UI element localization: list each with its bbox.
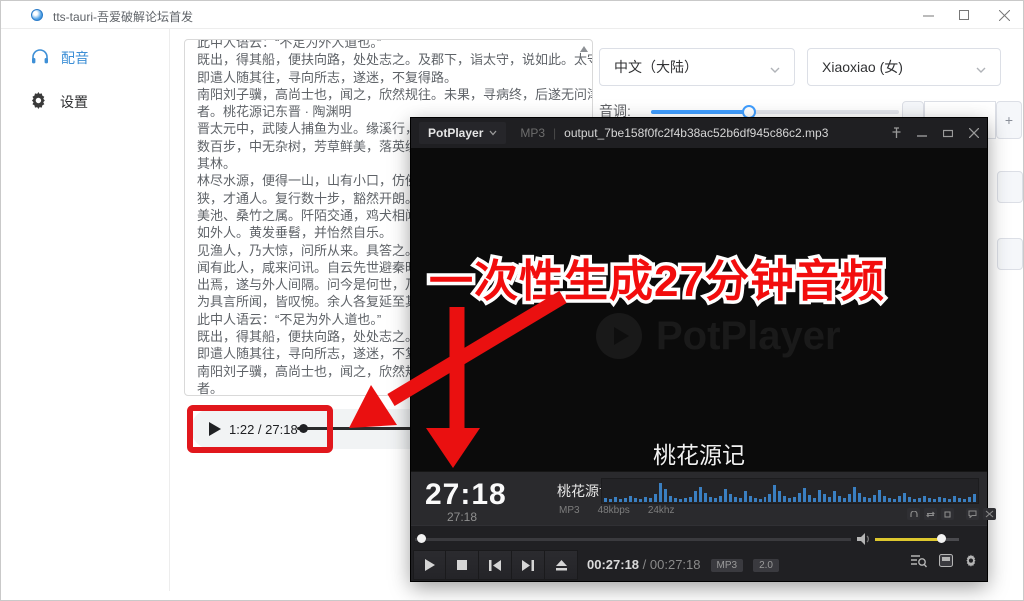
potplayer-info-bar: 27:18 27:18 桃花源记 MP3 48kbps 24khz — [411, 471, 987, 525]
seek-thumb[interactable] — [417, 534, 426, 543]
playlist-search-icon[interactable] — [911, 554, 927, 573]
close-button[interactable] — [987, 1, 1021, 29]
pitch-stepper-plus-button[interactable]: + — [996, 101, 1022, 139]
potplayer-watermark: PotPlayer — [596, 313, 841, 359]
maximize-button[interactable] — [947, 1, 981, 29]
play-button[interactable] — [413, 550, 446, 580]
potplayer-app-name: PotPlayer — [428, 126, 483, 140]
close-icon[interactable] — [961, 118, 987, 148]
maximize-icon[interactable] — [935, 118, 961, 148]
annotation-highlight-rect — [187, 405, 333, 453]
potplayer-titlebar: PotPlayer MP3 | output_7be158f0fc2f4b38a… — [411, 118, 987, 148]
annotation-text: 一次性生成27分钟音频 一次性生成27分钟音频 — [429, 245, 879, 301]
language-select-value: 中文（大陆） — [614, 57, 698, 77]
sidebar-item-label: 配音 — [61, 48, 89, 68]
volume-thumb[interactable] — [937, 534, 946, 543]
stop-mode-icon[interactable] — [941, 508, 954, 520]
eject-button[interactable] — [545, 550, 578, 580]
gear-icon — [31, 92, 48, 112]
spectrum-visualizer — [601, 478, 979, 504]
next-button[interactable] — [512, 550, 545, 580]
shuffle-icon[interactable] — [983, 508, 996, 520]
potplayer-window: PotPlayer MP3 | output_7be158f0fc2f4b38a… — [411, 118, 987, 581]
watermark-text: PotPlayer — [656, 314, 841, 359]
chevron-down-icon — [770, 62, 780, 72]
channel-badge: 2.0 — [753, 559, 779, 572]
codec-badge: MP3 — [711, 559, 744, 572]
meta-format: MP3 — [559, 505, 580, 516]
playback-time: 00:27:18 / 00:27:18 MP3 2.0 — [587, 557, 779, 572]
sidebar-item-label: 设置 — [60, 92, 88, 112]
minimize-icon[interactable] — [909, 118, 935, 148]
minimize-button[interactable] — [911, 1, 945, 29]
elapsed-time-large: 27:18 — [425, 478, 507, 512]
volume-slider[interactable] — [875, 538, 959, 541]
voice-select[interactable]: Xiaoxiao (女) — [807, 48, 1001, 86]
settings-gear-icon[interactable] — [965, 554, 979, 573]
ab-repeat-icon[interactable] — [907, 508, 920, 520]
elapsed-time-small: 27:18 — [447, 510, 477, 524]
volume-slider-fill — [875, 538, 945, 541]
subtitle-text: 桃花源记 — [411, 436, 987, 470]
headphones-icon — [31, 49, 49, 68]
volume-icon[interactable] — [857, 533, 871, 545]
chevron-down-icon — [489, 130, 497, 136]
meta-samplerate: 24khz — [648, 505, 675, 516]
pitch-slider-handle[interactable] — [742, 105, 756, 119]
pitch-slider[interactable] — [651, 110, 899, 114]
stepper-plus-button[interactable] — [997, 171, 1023, 203]
sidebar-item-voice[interactable]: 配音 — [31, 48, 89, 68]
chevron-down-icon — [976, 62, 986, 72]
pitch-slider-fill — [651, 110, 749, 114]
stop-button[interactable] — [446, 550, 479, 580]
meta-bitrate: 48kbps — [598, 505, 630, 516]
seek-bar[interactable] — [415, 538, 851, 541]
control-panel-icon[interactable] — [939, 554, 953, 573]
potplayer-video-area[interactable]: PotPlayer 桃花源记 — [411, 148, 987, 471]
scroll-up-arrow-icon[interactable] — [580, 46, 588, 52]
titlebar: tts-tauri-吾爱破解论坛首发 — [1, 1, 1023, 29]
transport-buttons — [413, 550, 578, 580]
time-separator: / — [639, 557, 650, 572]
previous-button[interactable] — [479, 550, 512, 580]
repeat-icon[interactable] — [924, 508, 937, 520]
window-title: tts-tauri-吾爱破解论坛首发 — [53, 8, 193, 25]
language-select[interactable]: 中文（大陆） — [599, 48, 795, 86]
pin-icon[interactable] — [883, 118, 909, 148]
app-logo-icon — [31, 9, 43, 21]
potplayer-menu-button[interactable]: PotPlayer — [419, 122, 506, 144]
format-badge: MP3 — [520, 126, 545, 140]
playback-mode-icons — [907, 508, 996, 520]
track-metadata: MP3 48kbps 24khz — [559, 505, 675, 516]
total-time: 00:27:18 — [650, 557, 701, 572]
message-icon[interactable] — [966, 508, 979, 520]
sidebar-item-settings[interactable]: 设置 — [31, 92, 88, 112]
sidebar-divider — [169, 29, 170, 591]
current-time: 00:27:18 — [587, 557, 639, 572]
separator: | — [553, 126, 556, 140]
media-filename: output_7be158f0fc2f4b38ac52b6df945c86c2.… — [564, 126, 828, 140]
stepper-plus-button[interactable] — [997, 238, 1023, 270]
potplayer-control-bar: 00:27:18 / 00:27:18 MP3 2.0 — [411, 525, 987, 581]
app-window: tts-tauri-吾爱破解论坛首发 配音 设置 — [0, 0, 1024, 601]
voice-select-value: Xiaoxiao (女) — [822, 57, 903, 77]
play-circle-icon — [596, 313, 642, 359]
